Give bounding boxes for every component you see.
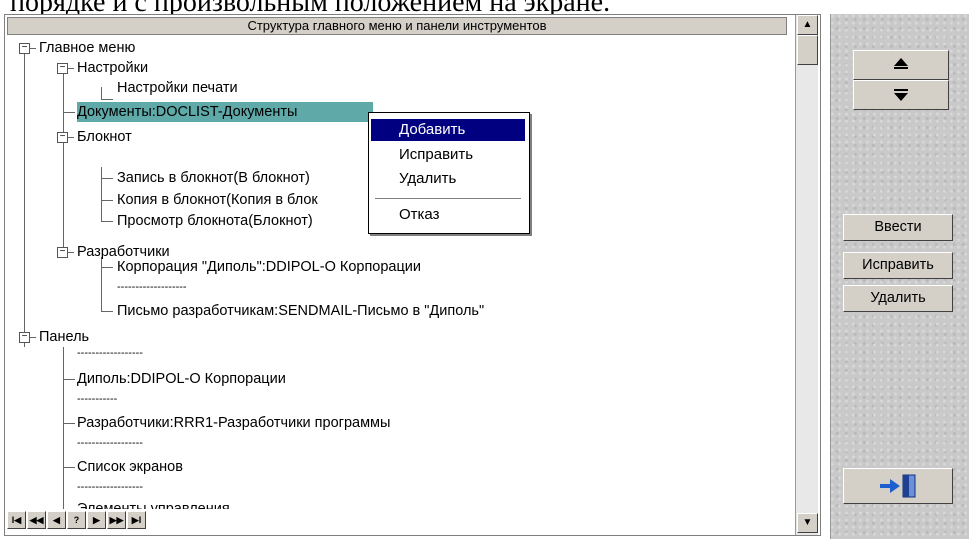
exit-door-icon [880, 474, 916, 498]
nav-prev-icon[interactable]: ◀ [47, 511, 66, 529]
vertical-scrollbar[interactable]: ▲ ▼ [795, 15, 818, 535]
tree-connector [101, 167, 102, 221]
collapse-icon[interactable]: − [19, 43, 30, 54]
tree-node-settings[interactable]: Настройки [77, 58, 148, 78]
menu-structure-window: Структура главного меню и панели инструм… [4, 14, 821, 536]
tree-connector [63, 67, 64, 257]
tree-node-separator[interactable]: ----------- [77, 389, 117, 409]
tree-connector [63, 347, 64, 509]
move-down-icon [894, 89, 908, 101]
collapse-icon[interactable]: − [19, 332, 30, 343]
tree-node-copy-notepad[interactable]: Копия в блокнот(Копия в блок [117, 190, 318, 210]
move-down-button[interactable] [853, 80, 949, 110]
move-up-icon [894, 58, 908, 69]
collapse-icon[interactable]: − [57, 247, 68, 258]
tree-node-separator[interactable]: ------------------- [117, 277, 187, 297]
tree-node-main-menu[interactable]: Главное меню [39, 38, 135, 58]
horizontal-scroll-area[interactable] [217, 511, 793, 529]
tree-node-screen-list[interactable]: Список экранов [77, 457, 183, 477]
nav-first-icon[interactable]: I◀ [7, 511, 26, 529]
scroll-up-icon[interactable]: ▲ [797, 15, 818, 35]
delete-button[interactable]: Удалить [843, 285, 953, 312]
context-menu-cancel[interactable]: Отказ [371, 204, 525, 226]
context-menu-delete[interactable]: Удалить [371, 168, 525, 190]
tree-node-corporation[interactable]: Корпорация "Диполь":DDIPOL-О Корпорации [117, 257, 421, 277]
tree-node-view-notepad[interactable]: Просмотр блокнота(Блокнот) [117, 211, 313, 231]
record-navigator: I◀ ◀◀ ◀ ? ▶ ▶▶ ▶I [7, 511, 217, 529]
nav-last-icon[interactable]: ▶I [127, 511, 146, 529]
collapse-icon[interactable]: − [57, 132, 68, 143]
tree-node-dipol[interactable]: Диполь:DDIPOL-О Корпорации [77, 369, 286, 389]
nav-search-icon[interactable]: ? [67, 511, 86, 529]
enter-button[interactable]: Ввести [843, 214, 953, 241]
move-up-button[interactable] [853, 50, 949, 80]
context-menu: Добавить Исправить Удалить Отказ [368, 112, 530, 234]
nav-next-page-icon[interactable]: ▶▶ [107, 511, 126, 529]
nav-next-icon[interactable]: ▶ [87, 511, 106, 529]
tree-node-developers-program[interactable]: Разработчики:RRR1-Разработчики программы [77, 413, 390, 433]
tree-node-separator[interactable]: ------------------ [77, 343, 143, 363]
tree-node-write-developers[interactable]: Письмо разработчикам:SENDMAIL-Письмо в "… [117, 301, 484, 321]
side-panel: Ввести Исправить Удалить [830, 14, 969, 539]
tree-node-documents-selected[interactable]: Документы:DOCLIST-Документы [77, 102, 373, 122]
nav-prev-page-icon[interactable]: ◀◀ [27, 511, 46, 529]
tree-node-print-settings[interactable]: Настройки печати [117, 78, 238, 98]
exit-button[interactable] [843, 468, 953, 504]
menu-tree: − Главное меню − Настройки Настройки печ… [5, 37, 795, 509]
tree-connector [101, 87, 102, 99]
tree-connector [24, 47, 25, 347]
scroll-thumb[interactable] [797, 35, 818, 65]
scroll-down-icon[interactable]: ▼ [797, 513, 818, 533]
tree-node-write-notepad[interactable]: Запись в блокнот(В блокнот) [117, 168, 310, 188]
tree-node-separator[interactable]: ------------------ [77, 433, 143, 453]
tree-node-separator[interactable]: ------------------ [77, 477, 143, 497]
tree-node-controls[interactable]: Элементы управления [77, 499, 230, 509]
tree-node-notepad[interactable]: Блокнот [77, 127, 132, 147]
tree-connector [101, 257, 102, 311]
context-menu-add[interactable]: Добавить [371, 119, 525, 141]
context-menu-separator [375, 198, 521, 200]
collapse-icon[interactable]: − [57, 63, 68, 74]
context-menu-edit[interactable]: Исправить [371, 144, 525, 166]
edit-button[interactable]: Исправить [843, 252, 953, 279]
tree-header: Структура главного меню и панели инструм… [7, 17, 787, 35]
